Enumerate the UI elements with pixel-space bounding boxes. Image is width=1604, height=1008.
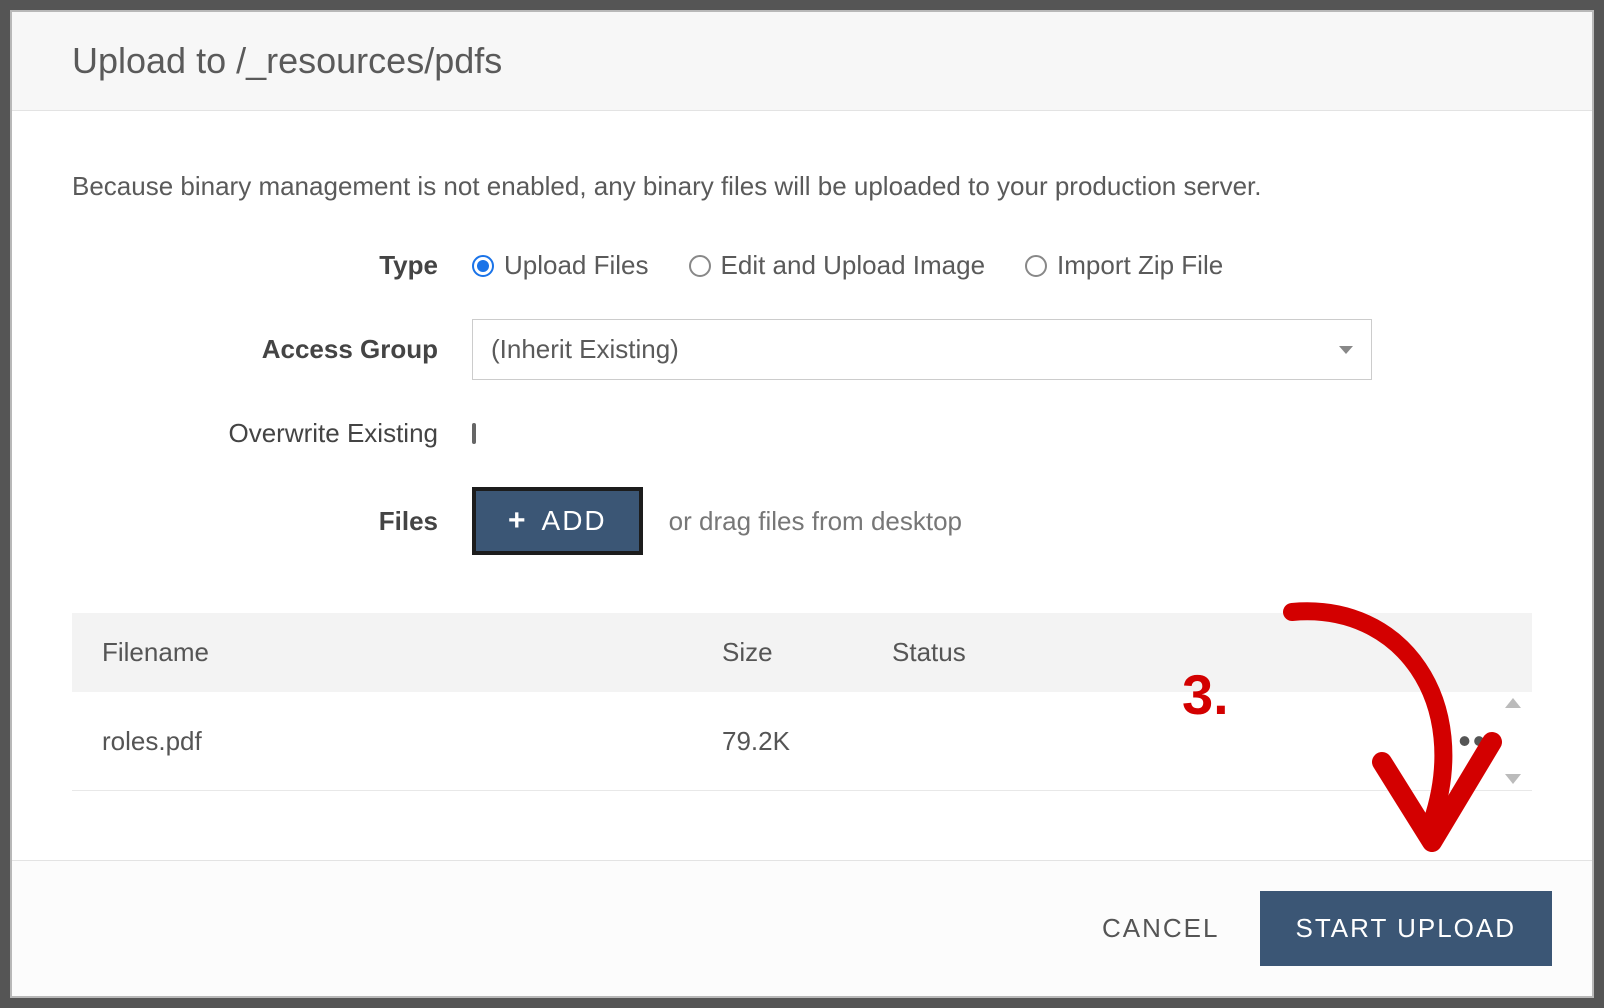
- files-row: Files + ADD or drag files from desktop: [72, 487, 1532, 555]
- scroll-up-icon: [1505, 698, 1521, 708]
- radio-label: Edit and Upload Image: [721, 250, 986, 281]
- modal-body: Because binary management is not enabled…: [12, 111, 1592, 860]
- row-actions-button[interactable]: •••: [1458, 720, 1502, 761]
- modal-title: Upload to /_resources/pdfs: [72, 40, 1532, 82]
- cell-filename: roles.pdf: [102, 726, 722, 757]
- modal-footer: CANCEL START UPLOAD: [12, 860, 1592, 996]
- table-body: roles.pdf 79.2K •••: [72, 692, 1532, 791]
- access-group-control: (Inherit Existing): [472, 319, 1532, 380]
- radio-edit-image[interactable]: Edit and Upload Image: [689, 250, 986, 281]
- overwrite-checkbox[interactable]: [472, 423, 476, 444]
- radio-icon: [689, 255, 711, 277]
- select-value: (Inherit Existing): [491, 334, 679, 365]
- plus-icon: +: [508, 506, 528, 536]
- radio-import-zip[interactable]: Import Zip File: [1025, 250, 1223, 281]
- col-size: Size: [722, 637, 892, 668]
- radio-icon: [1025, 255, 1047, 277]
- overwrite-control: [472, 425, 1532, 443]
- radio-icon: [472, 255, 494, 277]
- access-group-row: Access Group (Inherit Existing): [72, 319, 1532, 380]
- table-header: Filename Size Status: [72, 613, 1532, 692]
- access-group-label: Access Group: [72, 334, 472, 365]
- type-label: Type: [72, 250, 472, 281]
- type-radio-group: Upload Files Edit and Upload Image Impor…: [472, 250, 1532, 281]
- access-group-select[interactable]: (Inherit Existing): [472, 319, 1372, 380]
- files-control: + ADD or drag files from desktop: [472, 487, 1532, 555]
- binary-notice: Because binary management is not enabled…: [72, 171, 1532, 202]
- chevron-down-icon: [1339, 346, 1353, 354]
- cancel-button[interactable]: CANCEL: [1102, 913, 1219, 944]
- file-table: Filename Size Status roles.pdf 79.2K •••: [72, 613, 1532, 791]
- cell-size: 79.2K: [722, 726, 892, 757]
- start-upload-button[interactable]: START UPLOAD: [1260, 891, 1553, 966]
- type-row: Type Upload Files Edit and Upload Image …: [72, 250, 1532, 281]
- radio-upload-files[interactable]: Upload Files: [472, 250, 649, 281]
- overwrite-label: Overwrite Existing: [72, 418, 472, 449]
- drag-hint: or drag files from desktop: [669, 506, 962, 537]
- upload-modal: Upload to /_resources/pdfs Because binar…: [10, 10, 1594, 998]
- add-button[interactable]: + ADD: [472, 487, 643, 555]
- col-status: Status: [892, 637, 1422, 668]
- cell-actions: •••: [1422, 720, 1502, 762]
- files-label: Files: [72, 506, 472, 537]
- col-actions: [1422, 637, 1502, 668]
- radio-label: Upload Files: [504, 250, 649, 281]
- col-filename: Filename: [102, 637, 722, 668]
- radio-label: Import Zip File: [1057, 250, 1223, 281]
- scrollbar[interactable]: [1500, 692, 1526, 790]
- table-row: roles.pdf 79.2K •••: [72, 692, 1532, 791]
- scroll-down-icon: [1505, 774, 1521, 784]
- overwrite-row: Overwrite Existing: [72, 418, 1532, 449]
- modal-header: Upload to /_resources/pdfs: [12, 12, 1592, 111]
- add-button-label: ADD: [542, 505, 607, 537]
